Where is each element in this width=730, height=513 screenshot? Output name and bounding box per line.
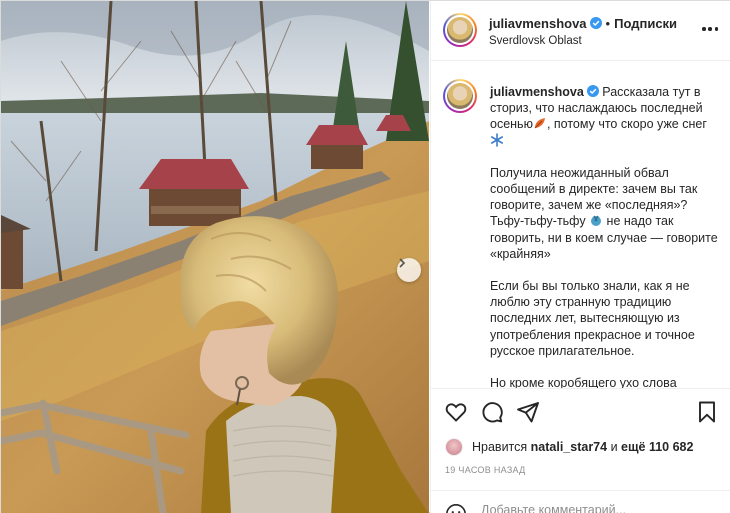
following-button[interactable]: Подписки — [614, 16, 677, 31]
post-photo[interactable] — [1, 1, 429, 513]
post-actions-bar — [431, 388, 730, 434]
instagram-post: juliavmenshova • Подписки Sverdlovsk Oblas… — [0, 0, 730, 513]
likes-and: и — [610, 440, 618, 454]
autumn-leaf-emoji-icon — [534, 118, 545, 129]
author-username[interactable]: juliavmenshova — [489, 16, 587, 31]
crossed-fingers-emoji-icon — [591, 216, 602, 227]
separator-dot: • — [605, 16, 611, 31]
verified-badge-icon — [589, 17, 602, 29]
likes-prefix: Нравится — [472, 440, 528, 454]
caption-author-avatar[interactable] — [443, 79, 477, 113]
gazebo-left — [139, 159, 249, 226]
likes-summary: Нравится natali_star74 и ещё 110 682 — [445, 437, 693, 457]
caption-text-1b: , потому что скоро уже снег — [546, 117, 707, 132]
comment-input[interactable] — [481, 503, 681, 513]
verified-badge-icon — [586, 85, 599, 97]
paper-plane-icon[interactable] — [516, 400, 540, 424]
more-options-icon[interactable] — [702, 21, 718, 37]
heart-icon[interactable] — [444, 400, 468, 424]
comment-bar — [431, 490, 730, 513]
bookmark-icon[interactable] — [695, 400, 719, 424]
caption-scroll-area[interactable]: juliavmenshova Рассказала тут в сториз, … — [431, 62, 730, 388]
smiley-icon[interactable] — [445, 503, 467, 513]
post-header: juliavmenshova • Подписки Sverdlovsk Oblas… — [431, 1, 730, 61]
gazebo-right — [306, 125, 368, 169]
post-location[interactable]: Sverdlovsk Oblast — [489, 35, 582, 47]
post-timestamp[interactable]: 19 ЧАСОВ НАЗАД — [445, 465, 526, 475]
chevron-right-icon — [399, 258, 406, 268]
caption-username[interactable]: juliavmenshova — [490, 85, 584, 99]
author-line: juliavmenshova • Подписки — [489, 16, 677, 31]
caption-text-4: Но кроме коробящего ухо слова «крайний»,… — [490, 376, 677, 388]
likes-count[interactable]: ещё 110 682 — [621, 440, 693, 454]
author-avatar[interactable] — [443, 13, 477, 47]
comment-icon[interactable] — [480, 400, 504, 424]
post-caption: juliavmenshova Рассказала тут в сториз, … — [490, 84, 722, 388]
caption-text-3: Если бы вы только знали, как я не люблю … — [490, 279, 695, 358]
snowflake-emoji-icon — [491, 132, 503, 147]
carousel-next-button[interactable] — [397, 258, 421, 282]
post-side-panel: juliavmenshova • Подписки Sverdlovsk Oblas… — [430, 1, 730, 513]
autumn-lake-photo — [1, 1, 429, 513]
liker-username[interactable]: natali_star74 — [531, 440, 607, 454]
liker-avatar[interactable] — [445, 438, 463, 456]
